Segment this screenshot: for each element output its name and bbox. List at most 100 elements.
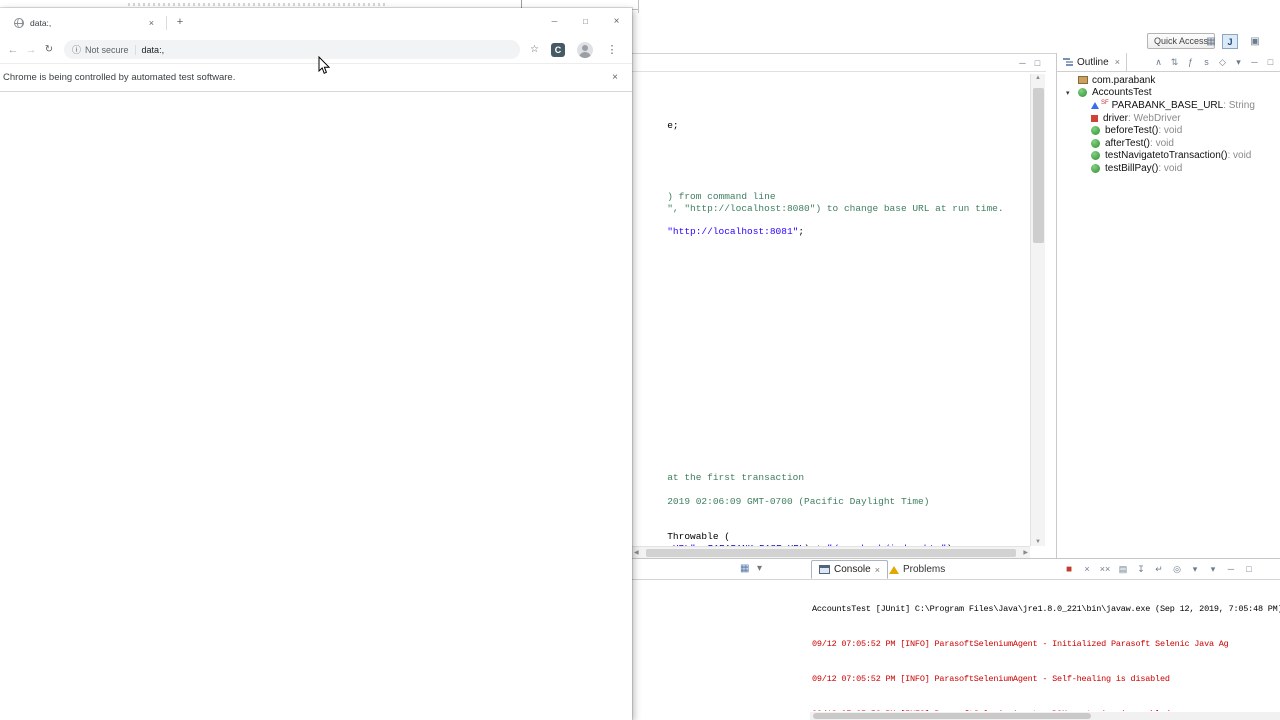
automation-infobar: Chrome is being controlled by automated … — [0, 64, 632, 92]
outline-item-method[interactable]: beforeTest() : void — [1057, 124, 1280, 137]
scroll-left-icon[interactable]: ◀ — [634, 549, 639, 556]
word-wrap-icon[interactable]: ↵ — [1152, 562, 1166, 576]
outline-item-label: testBillPay() — [1105, 162, 1159, 174]
java-perspective-button[interactable]: J — [1222, 34, 1238, 49]
console-tab-close-icon[interactable]: × — [875, 565, 880, 575]
scroll-lock-icon[interactable]: ↧ — [1134, 562, 1148, 576]
infobar-close-icon[interactable]: × — [612, 72, 618, 83]
code-line-fragment: 2019 02:06:09 GMT-0700 (Pacific Daylight… — [667, 496, 930, 507]
console-process-label: AccountsTest [JUnit] C:\Program Files\Ja… — [812, 604, 1280, 615]
outline-item-type: : void — [1227, 150, 1252, 162]
console-line: 09/12 07:05:52 PM [INFO] ParasoftSeleniu… — [812, 673, 1170, 684]
forward-icon[interactable]: → — [22, 44, 40, 56]
other-perspective-button[interactable]: ▣ — [1247, 34, 1263, 49]
window-minimize-button[interactable]: ─ — [539, 8, 570, 34]
sort-icon[interactable]: ⇅ — [1168, 56, 1181, 69]
editor-horizontal-scrollbar[interactable]: ◀ ▶ — [632, 546, 1030, 558]
outline-item-method[interactable]: testNavigatetoTransaction() : void — [1057, 150, 1280, 163]
outline-item-type: : String — [1223, 99, 1255, 111]
collapse-all-icon[interactable]: ∧ — [1152, 56, 1165, 69]
outline-item-label: beforeTest() — [1105, 125, 1159, 137]
console-output[interactable]: AccountsTest [JUnit] C:\Program Files\Ja… — [812, 581, 1280, 711]
outline-tab-label: Outline — [1077, 56, 1109, 68]
browser-menu-icon[interactable]: ⋮ — [605, 43, 619, 56]
outline-tab[interactable]: Outline × — [1057, 53, 1127, 71]
scroll-up-icon[interactable]: ▲ — [1031, 75, 1045, 81]
profile-avatar-icon[interactable] — [576, 41, 593, 58]
hidden-view-menu-icon[interactable]: ▾ — [757, 563, 762, 574]
window-close-button[interactable]: × — [601, 8, 632, 34]
scroll-right-icon[interactable]: ▶ — [1023, 549, 1028, 556]
console-tab[interactable]: Console × — [811, 560, 888, 579]
method-icon — [1091, 126, 1100, 136]
back-icon[interactable]: ← — [4, 44, 22, 56]
globe-favicon-icon — [14, 18, 24, 28]
hide-static-members-icon[interactable]: s — [1200, 56, 1213, 69]
method-icon — [1091, 151, 1100, 161]
expander-icon[interactable]: ▾ — [1066, 89, 1078, 97]
scrollbar-thumb[interactable] — [646, 549, 1016, 557]
console-view-icon — [819, 565, 830, 574]
window-maximize-button[interactable]: □ — [570, 8, 601, 34]
background-window-edge — [632, 9, 639, 10]
outline-item-method[interactable]: afterTest() : void — [1057, 137, 1280, 150]
new-tab-button[interactable]: + — [172, 14, 188, 30]
terminate-icon[interactable]: ■ — [1062, 562, 1076, 576]
editor-maximize-icon[interactable]: □ — [1031, 56, 1044, 69]
outline-item-class[interactable]: ▾ AccountsTest — [1057, 87, 1280, 100]
display-selected-console-icon[interactable]: ▾ — [1188, 562, 1202, 576]
reload-icon[interactable]: ↻ — [40, 44, 58, 55]
scrollbar-thumb[interactable] — [1033, 88, 1044, 243]
address-bar[interactable]: ⓘ Not secure data:, — [64, 40, 520, 59]
console-minimize-icon[interactable]: ─ — [1224, 562, 1238, 576]
browser-toolbar: ← → ↻ ⓘ Not secure data:, ☆ C ⋮ — [0, 36, 632, 64]
open-perspective-icon[interactable]: ▦ — [1203, 34, 1219, 49]
editor-vertical-scrollbar[interactable]: ▲ ▼ — [1030, 74, 1045, 546]
outline-item-package[interactable]: com.parabank — [1057, 74, 1280, 87]
problems-tab[interactable]: Problems — [882, 560, 952, 579]
outline-item-field[interactable]: driver : WebDriver — [1057, 112, 1280, 125]
url-text: data:, — [141, 44, 165, 55]
scrollbar-thumb[interactable] — [813, 713, 1091, 719]
infobar-message: Chrome is being controlled by automated … — [3, 72, 236, 83]
package-icon — [1078, 76, 1088, 85]
chrome-window: data:, × + ─ □ × ← → ↻ ⓘ Not secure data… — [0, 8, 632, 720]
problems-view-icon — [889, 565, 899, 574]
view-menu-icon[interactable]: ▾ — [1232, 56, 1245, 69]
console-maximize-icon[interactable]: □ — [1242, 562, 1256, 576]
extension-icon[interactable]: C — [550, 42, 565, 57]
method-icon — [1091, 163, 1100, 173]
clear-console-icon[interactable]: ▤ — [1116, 562, 1130, 576]
outline-header: Outline × ∧ ⇅ ƒ s ◇ ▾ ─ □ — [1057, 53, 1280, 72]
divider — [632, 71, 1046, 72]
outline-item-label: AccountsTest — [1092, 87, 1152, 99]
scroll-down-icon[interactable]: ▼ — [1031, 539, 1045, 545]
bookmark-star-icon[interactable]: ☆ — [530, 44, 539, 55]
console-horizontal-scrollbar[interactable] — [810, 712, 1280, 720]
outline-minimize-icon[interactable]: ─ — [1248, 56, 1261, 69]
outline-item-field[interactable]: SF PARABANK_BASE_URL : String — [1057, 99, 1280, 112]
outline-close-icon[interactable]: × — [1115, 57, 1120, 67]
background-window-edge — [638, 0, 639, 13]
outline-item-method[interactable]: testBillPay() : void — [1057, 162, 1280, 175]
code-line-fragment: "http://localhost:8081"; — [667, 226, 805, 237]
remove-all-launches-icon[interactable]: ×× — [1098, 562, 1112, 576]
info-icon[interactable]: ⓘ — [72, 43, 81, 56]
open-console-icon[interactable]: ▾ — [1206, 562, 1220, 576]
tab-title: data:, — [30, 18, 52, 28]
browser-tab[interactable]: data:, × — [8, 10, 160, 36]
mouse-cursor — [318, 55, 331, 80]
hide-fields-icon[interactable]: ƒ — [1184, 56, 1197, 69]
outline-item-label: PARABANK_BASE_URL — [1111, 99, 1224, 111]
page-content — [0, 100, 632, 720]
outline-toolbar: ∧ ⇅ ƒ s ◇ ▾ ─ □ — [1152, 53, 1280, 71]
editor-minimize-icon[interactable]: ─ — [1016, 56, 1029, 69]
hidden-view-toolbar-icon[interactable]: ▦ — [740, 563, 749, 574]
outline-maximize-icon[interactable]: □ — [1264, 56, 1277, 69]
pin-console-icon[interactable]: ◎ — [1170, 562, 1184, 576]
tab-strip: data:, × + ─ □ × — [0, 8, 632, 36]
outline-view-icon — [1063, 57, 1073, 67]
remove-launch-icon[interactable]: × — [1080, 562, 1094, 576]
hide-non-public-icon[interactable]: ◇ — [1216, 56, 1229, 69]
tab-close-icon[interactable]: × — [149, 18, 154, 28]
